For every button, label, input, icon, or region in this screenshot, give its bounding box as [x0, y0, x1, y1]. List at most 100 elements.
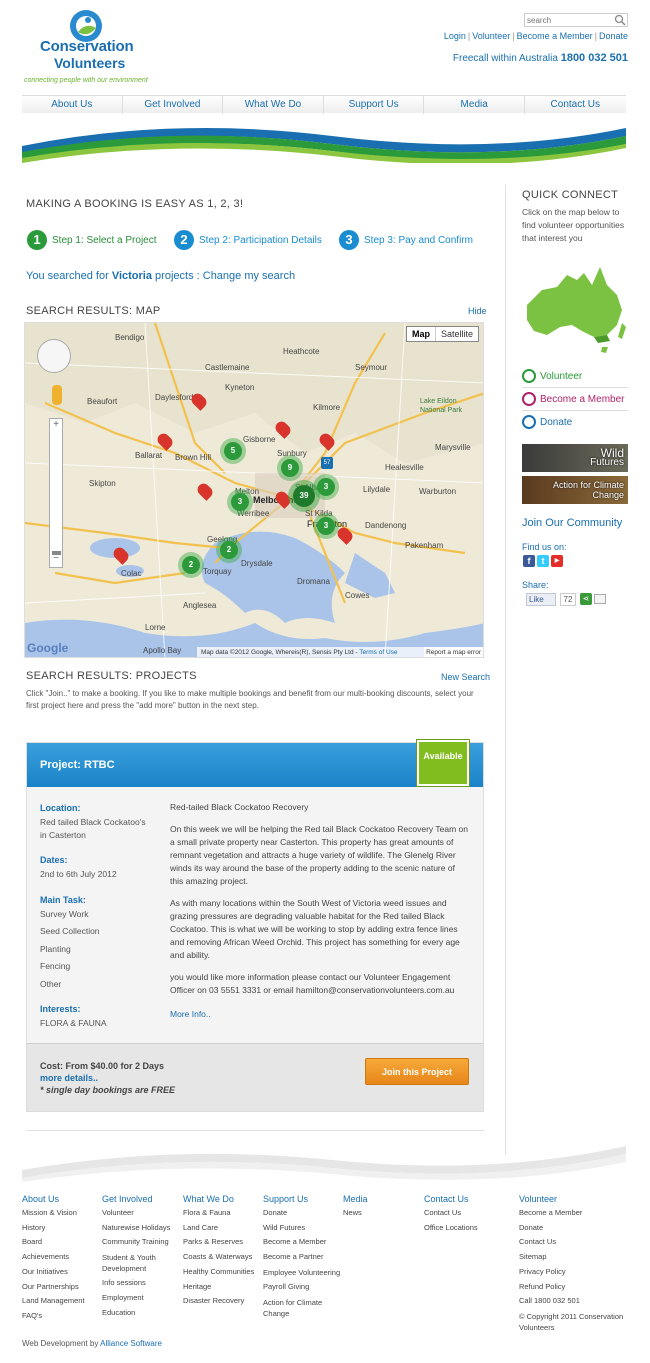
search-icon[interactable] — [614, 14, 626, 26]
map-cluster[interactable]: 3 — [317, 517, 335, 535]
facebook-like-button[interactable]: Like — [526, 593, 556, 606]
step-1: 1 Step 1: Select a Project — [27, 230, 157, 252]
hide-map-link[interactable]: Hide — [468, 306, 487, 316]
report-map-error-link[interactable]: Report a map error — [424, 647, 483, 657]
email-icon[interactable] — [594, 594, 606, 604]
footer-link[interactable]: Sitemap — [519, 1250, 629, 1265]
nav-support-us[interactable]: Support Us — [324, 96, 425, 114]
footer-link[interactable]: Disaster Recovery — [183, 1294, 263, 1309]
footer-link[interactable]: Donate — [263, 1206, 343, 1221]
footer-link[interactable]: Contact Us — [519, 1235, 629, 1250]
footer-link[interactable]: Contact Us — [424, 1206, 504, 1221]
map-cluster[interactable]: 5 — [224, 442, 242, 460]
quick-link-volunteer[interactable]: Volunteer — [522, 368, 628, 388]
join-project-button[interactable]: Join this Project — [365, 1058, 469, 1085]
footer-link[interactable]: Become a Partner — [263, 1250, 343, 1265]
footer-link[interactable]: Office Locations — [424, 1221, 504, 1236]
wild-futures-banner[interactable]: Wild Futures — [522, 444, 628, 472]
footer-divider — [26, 1130, 484, 1131]
footer-link[interactable]: Become a Member — [263, 1235, 343, 1250]
like-count: 72 — [560, 593, 576, 606]
footer-heading[interactable]: Media — [343, 1193, 423, 1206]
footer-link[interactable]: Parks & Reserves — [183, 1235, 263, 1250]
footer-link[interactable]: Info sessions — [102, 1276, 182, 1291]
volunteer-link[interactable]: Volunteer — [472, 31, 510, 41]
map-cluster[interactable]: 39 — [293, 485, 315, 507]
donate-link[interactable]: Donate — [599, 31, 628, 41]
map-zoom-slider[interactable]: + − — [49, 418, 63, 568]
footer-link[interactable]: Wild Futures — [263, 1221, 343, 1236]
footer-link[interactable]: History — [22, 1221, 102, 1236]
footer-link[interactable]: Naturewise Holidays — [102, 1221, 182, 1236]
site-logo[interactable]: Conservation Volunteers connecting peopl… — [22, 8, 152, 88]
australia-map[interactable] — [522, 265, 630, 355]
footer-heading[interactable]: Contact Us — [424, 1193, 504, 1206]
footer-link[interactable]: Achievements — [22, 1250, 102, 1265]
more-details-link[interactable]: more details.. — [40, 1073, 98, 1083]
nav-about-us[interactable]: About Us — [22, 96, 123, 114]
footer-link[interactable]: Mission & Vision — [22, 1206, 102, 1221]
become-member-link[interactable]: Become a Member — [517, 31, 593, 41]
zoom-in-icon[interactable]: + — [50, 419, 62, 431]
footer-link[interactable]: Payroll Giving — [263, 1280, 343, 1295]
footer-link[interactable]: Employment — [102, 1291, 182, 1306]
footer-link[interactable]: Land Management — [22, 1294, 102, 1309]
change-search-link[interactable]: Change my search — [203, 270, 295, 282]
map-cluster[interactable]: 3 — [231, 493, 249, 511]
pegman-icon[interactable] — [52, 385, 62, 405]
nav-get-involved[interactable]: Get Involved — [123, 96, 224, 114]
youtube-icon[interactable]: ▶ — [551, 555, 563, 567]
footer-link[interactable]: Coasts & Waterways — [183, 1250, 263, 1265]
footer-heading[interactable]: Get Involved — [102, 1193, 182, 1206]
facebook-icon[interactable]: f — [523, 555, 535, 567]
more-info-link[interactable]: More Info.. — [170, 1009, 211, 1019]
footer-link[interactable]: Community Training — [102, 1235, 182, 1250]
footer-heading[interactable]: Support Us — [263, 1193, 343, 1206]
map-cluster[interactable]: 3 — [317, 478, 335, 496]
quick-link-become-member[interactable]: Become a Member — [522, 391, 628, 411]
free-note: * single day bookings are FREE — [40, 1085, 176, 1095]
footer-link[interactable]: Become a Member — [519, 1206, 629, 1221]
footer-link[interactable]: Action for Climate Change — [263, 1295, 343, 1321]
nav-contact-us[interactable]: Contact Us — [525, 96, 626, 114]
results-map[interactable]: + − Map Satellite Bendigo Castlemaine Be… — [24, 322, 484, 658]
footer-heading[interactable]: About Us — [22, 1193, 102, 1206]
footer-link[interactable]: FAQ's — [22, 1309, 102, 1324]
join-community-link[interactable]: Join Our Community — [522, 517, 622, 529]
map-type-satellite-button[interactable]: Satellite — [436, 327, 478, 341]
footer-link[interactable]: Board — [22, 1235, 102, 1250]
climate-change-banner[interactable]: Action for Climate Change — [522, 476, 628, 504]
footer-link[interactable]: Donate — [519, 1221, 629, 1236]
map-cluster[interactable]: 9 — [281, 459, 299, 477]
quick-link-donate[interactable]: Donate — [522, 414, 628, 434]
footer-link[interactable]: Our Initiatives — [22, 1265, 102, 1280]
zoom-out-icon[interactable]: − — [50, 553, 62, 565]
search-input[interactable] — [524, 13, 628, 27]
footer-link[interactable]: Education — [102, 1306, 182, 1321]
footer-link[interactable]: Volunteer — [102, 1206, 182, 1221]
footer-link[interactable]: Flora & Fauna — [183, 1206, 263, 1221]
twitter-icon[interactable]: t — [537, 555, 549, 567]
footer-link[interactable]: Employee Volunteering — [263, 1265, 343, 1280]
map-cluster[interactable]: 2 — [220, 541, 238, 559]
footer-link[interactable]: Privacy Policy — [519, 1265, 629, 1280]
terms-of-use-link[interactable]: Terms of Use — [359, 649, 397, 656]
footer-link[interactable]: Heritage — [183, 1280, 263, 1295]
footer-link[interactable]: Land Care — [183, 1221, 263, 1236]
footer-link[interactable]: Healthy Communities — [183, 1265, 263, 1280]
nav-media[interactable]: Media — [424, 96, 525, 114]
footer-link[interactable]: Refund Policy — [519, 1280, 629, 1295]
login-link[interactable]: Login — [444, 31, 466, 41]
share-icon[interactable]: ⋖ — [580, 593, 592, 605]
footer-link[interactable]: Our Partnerships — [22, 1280, 102, 1295]
map-cluster[interactable]: 2 — [182, 556, 200, 574]
footer-heading[interactable]: What We Do — [183, 1193, 263, 1206]
footer-link[interactable]: Student & Youth Development — [102, 1250, 182, 1276]
map-pan-control[interactable] — [37, 339, 71, 373]
footer-link[interactable]: News — [343, 1206, 423, 1221]
footer-heading[interactable]: Volunteer — [519, 1193, 629, 1206]
alliance-software-link[interactable]: Alliance Software — [100, 1339, 162, 1348]
map-type-map-button[interactable]: Map — [407, 327, 436, 341]
new-search-link[interactable]: New Search — [441, 672, 490, 682]
nav-what-we-do[interactable]: What We Do — [223, 96, 324, 114]
